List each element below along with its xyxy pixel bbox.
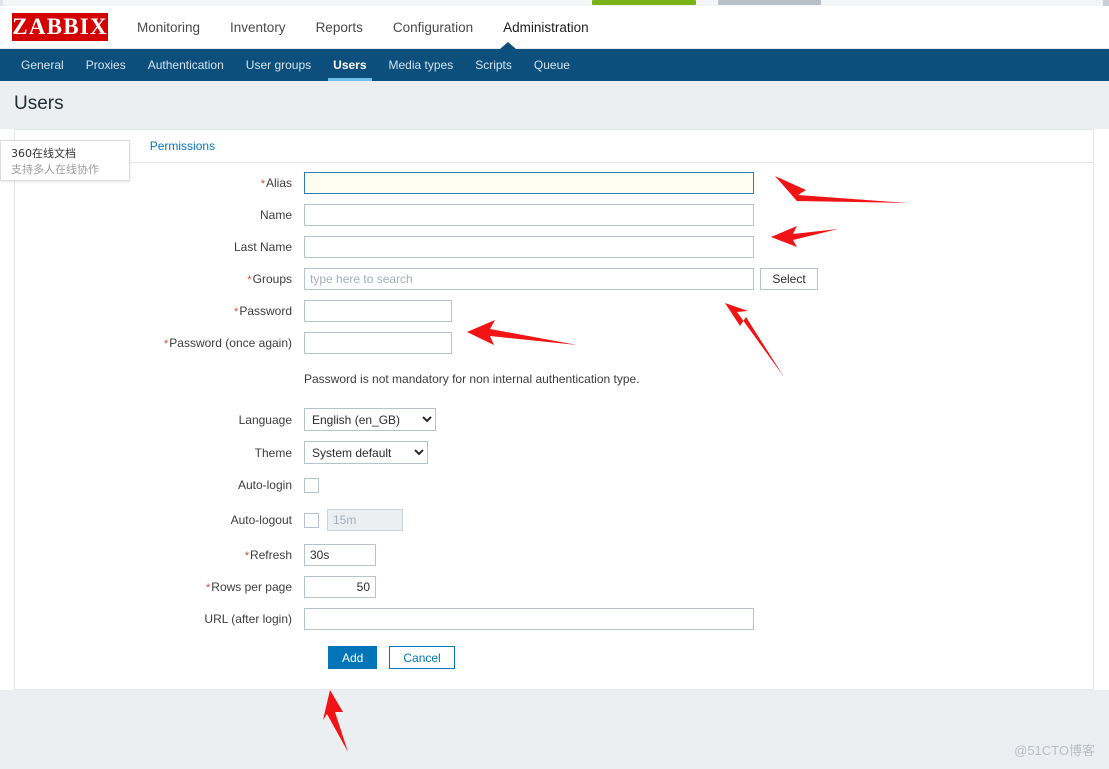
tab-permissions[interactable]: Permissions: [136, 130, 229, 153]
form-row-groups: *Groups Select: [15, 268, 1093, 290]
sub-nav-item-users[interactable]: Users: [322, 49, 377, 81]
active-menu-caret-icon: [500, 42, 516, 49]
control-password: [304, 300, 452, 322]
control-auto-logout: [304, 509, 403, 531]
control-last-name: [304, 236, 754, 258]
form-row-last-name: Last Name: [15, 236, 1093, 258]
sub-nav-item-general[interactable]: General: [10, 49, 75, 81]
top-menu-item-configuration[interactable]: Configuration: [378, 6, 488, 49]
page-title-band: Users: [0, 81, 1109, 129]
form-row-auto-login: Auto-login: [15, 474, 1093, 496]
label-language: Language: [238, 412, 292, 427]
required-marker: *: [234, 306, 239, 318]
browser-tab-gray[interactable]: [718, 0, 821, 5]
page-footer-area: @51CTO博客: [0, 690, 1109, 769]
sub-nav-item-scripts[interactable]: Scripts: [464, 49, 523, 81]
control-rows-per-page: [304, 576, 376, 598]
form-row-alias: *Alias: [15, 172, 1093, 194]
browser-tab-green[interactable]: [592, 0, 696, 5]
form-row-theme: Theme System default: [15, 441, 1093, 464]
rows-per-page-input[interactable]: [304, 576, 376, 598]
label-refresh: *Refresh: [244, 548, 292, 562]
label-password: *Password: [234, 304, 292, 318]
top-menu-item-monitoring[interactable]: Monitoring: [122, 6, 215, 49]
last-name-input[interactable]: [304, 236, 754, 258]
label-last-name: Last Name: [233, 240, 292, 254]
name-input[interactable]: [304, 204, 754, 226]
app-header: ZABBIX Monitoring Inventory Reports Conf…: [0, 6, 1109, 49]
auto-logout-checkbox-wrap[interactable]: [304, 512, 319, 528]
zabbix-logo[interactable]: ZABBIX: [12, 13, 108, 41]
password-again-input[interactable]: [304, 332, 452, 354]
sub-nav-item-user-groups[interactable]: User groups: [235, 49, 322, 81]
form-row-url-after-login: URL (after login): [15, 608, 1093, 630]
groups-input[interactable]: [304, 268, 754, 290]
required-marker: *: [260, 178, 265, 190]
sub-nav-item-queue[interactable]: Queue: [523, 49, 581, 81]
control-auto-login: [304, 477, 319, 493]
control-alias: [304, 172, 754, 194]
required-marker: *: [163, 338, 169, 350]
control-refresh: [304, 544, 376, 566]
required-marker: *: [247, 274, 252, 286]
password-hint-text: Password is not mandatory for non intern…: [304, 372, 640, 386]
auto-logout-delay-input[interactable]: [327, 509, 403, 531]
cancel-button[interactable]: Cancel: [389, 646, 455, 669]
form-actions: Add Cancel: [15, 646, 1093, 669]
doc-popup-title: 360在线文档: [11, 147, 76, 160]
label-name: Name: [259, 208, 292, 222]
add-button[interactable]: Add: [328, 646, 378, 669]
password-input[interactable]: [304, 300, 452, 322]
form-row-auto-logout: Auto-logout: [15, 509, 1093, 531]
label-theme: Theme: [254, 445, 292, 460]
label-rows-per-page: *Rows per page: [206, 580, 292, 594]
language-select[interactable]: English (en_GB): [304, 408, 436, 431]
page-title: Users: [14, 93, 64, 114]
form-row-rows-per-page: *Rows per page: [15, 576, 1093, 598]
label-password-again: *Password (once again): [163, 336, 292, 350]
top-menu: Monitoring Inventory Reports Configurati…: [122, 6, 604, 49]
doc-popup-overlay[interactable]: 360在线文档 支持多人在线协作: [0, 140, 130, 181]
sub-nav-item-media-types[interactable]: Media types: [378, 49, 465, 81]
form-row-name: Name: [15, 204, 1093, 226]
form-row-password-again: *Password (once again): [15, 332, 1093, 354]
top-menu-item-inventory[interactable]: Inventory: [215, 6, 301, 49]
auto-login-checkbox[interactable]: [304, 477, 319, 493]
refresh-input[interactable]: [304, 544, 376, 566]
required-marker: *: [206, 582, 211, 594]
groups-select-button[interactable]: Select: [760, 268, 818, 290]
auto-logout-checkbox[interactable]: [304, 512, 319, 528]
auto-login-checkbox-wrap[interactable]: [304, 477, 319, 493]
required-marker: *: [244, 550, 249, 562]
url-after-login-input[interactable]: [304, 608, 754, 630]
label-auto-logout: Auto-logout: [230, 513, 292, 527]
control-url-after-login: [304, 608, 754, 630]
control-groups: Select: [304, 268, 818, 290]
control-password-hint: Password is not mandatory for non intern…: [304, 372, 640, 386]
form-row-password-hint: Password is not mandatory for non intern…: [15, 368, 1093, 390]
control-theme: System default: [304, 441, 428, 464]
form-row-password: *Password: [15, 300, 1093, 322]
sub-navigation-bar: General Proxies Authentication User grou…: [0, 42, 1109, 81]
watermark-text: @51CTO博客: [1014, 743, 1095, 758]
doc-popup-subtitle: 支持多人在线协作: [11, 163, 99, 176]
form-row-language: Language English (en_GB): [15, 408, 1093, 431]
top-menu-item-reports[interactable]: Reports: [301, 6, 378, 49]
theme-select[interactable]: System default: [304, 441, 428, 464]
label-auto-login: Auto-login: [237, 478, 292, 492]
sub-nav-item-authentication[interactable]: Authentication: [137, 49, 235, 81]
control-language: English (en_GB): [304, 408, 436, 431]
alias-input[interactable]: [304, 172, 754, 194]
control-name: [304, 204, 754, 226]
label-groups: *Groups: [247, 272, 292, 286]
control-password-again: [304, 332, 452, 354]
user-form: *Alias Name Last Name *Groups Select: [15, 172, 1093, 669]
form-row-refresh: *Refresh: [15, 544, 1093, 566]
user-form-panel: User Media Permissions *Alias Name Last …: [14, 129, 1094, 690]
sub-navigation-list: General Proxies Authentication User grou…: [0, 49, 1109, 81]
label-url-after-login: URL (after login): [204, 612, 292, 626]
sub-nav-item-proxies[interactable]: Proxies: [75, 49, 137, 81]
form-tab-strip: User Media Permissions: [15, 130, 1093, 163]
